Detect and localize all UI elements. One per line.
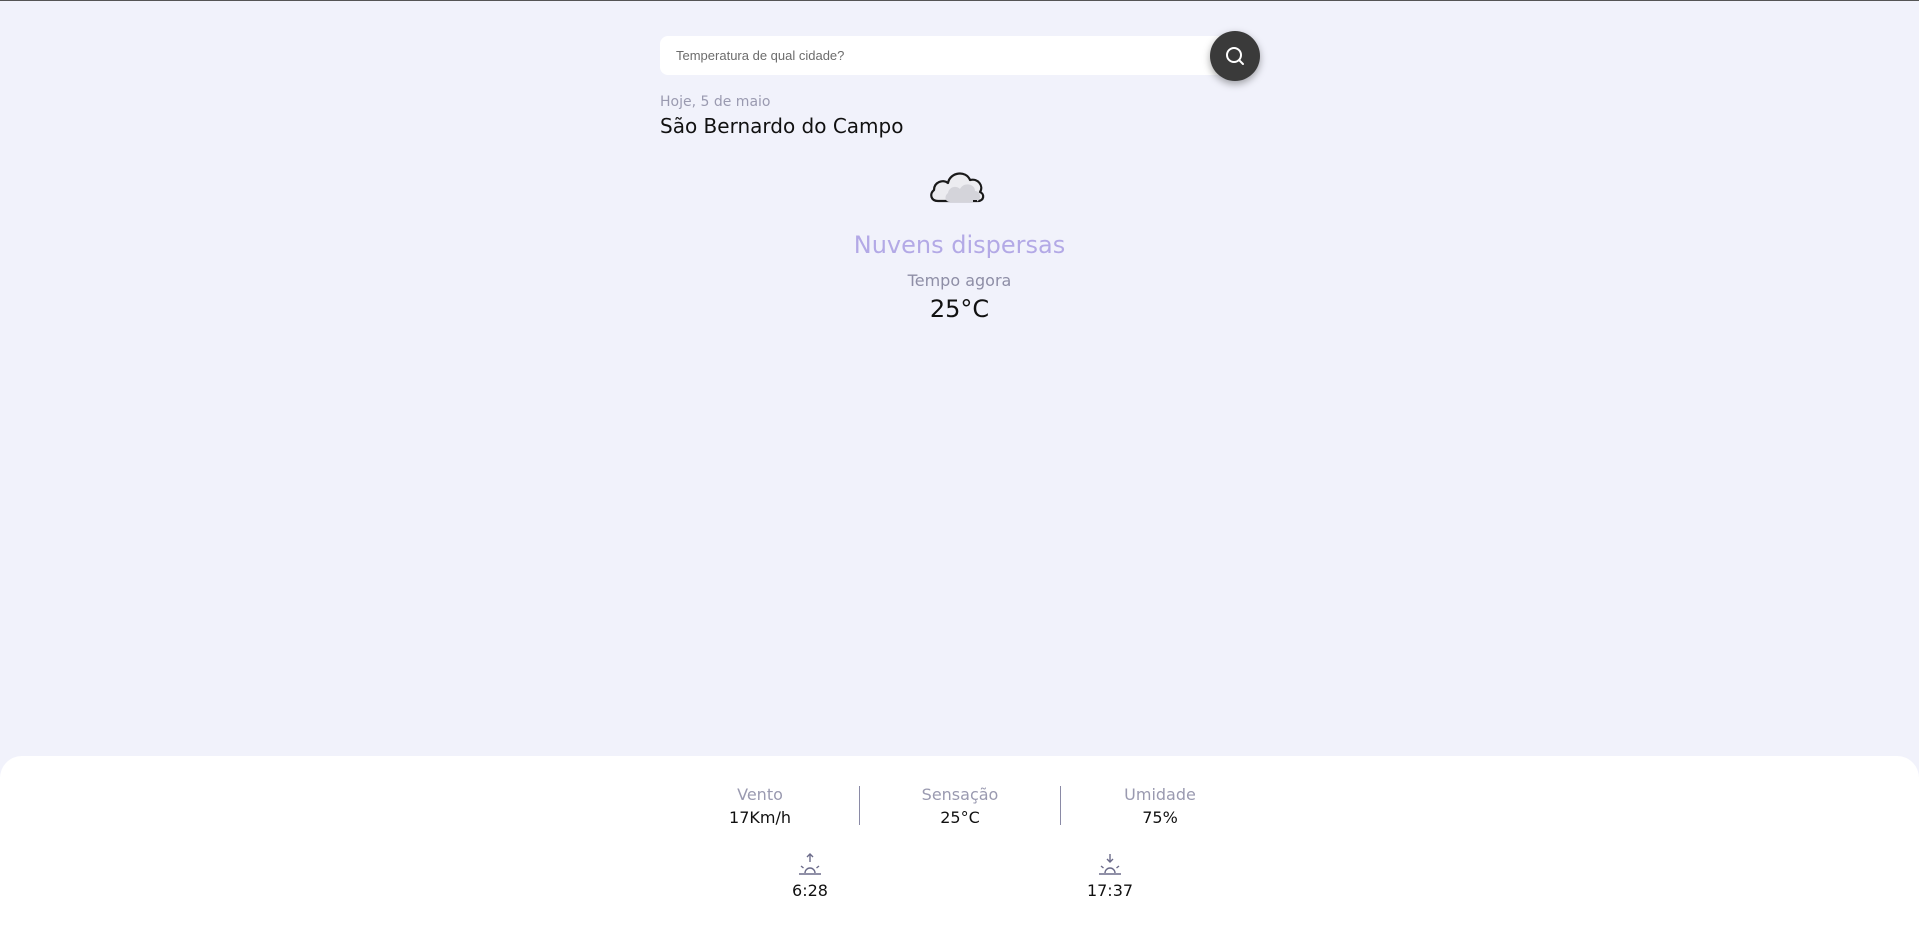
stat-divider: [859, 786, 860, 825]
city-name: São Bernardo do Campo: [660, 114, 904, 138]
sunrise-time: 6:28: [792, 881, 828, 900]
stat-value: 17Km/h: [729, 808, 791, 827]
stat-divider: [1060, 786, 1061, 825]
search-icon: [1226, 47, 1244, 65]
stat-label: Umidade: [1124, 785, 1196, 804]
stat-wind: Vento 17Km/h: [680, 785, 840, 829]
sunrise-icon: [799, 853, 821, 875]
details-panel: [0, 756, 1919, 930]
stat-label: Sensação: [921, 785, 999, 804]
stat-label: Vento: [737, 785, 783, 804]
search-button[interactable]: [1210, 31, 1260, 81]
weather-condition: Nuvens dispersas: [853, 231, 1066, 259]
date-label: Hoje, 5 de maio: [660, 94, 771, 110]
stat-value: 75%: [1142, 808, 1178, 827]
sunset: 17:37: [1070, 852, 1150, 902]
current-temperature: 25°C: [929, 295, 990, 323]
sunset-time: 17:37: [1086, 881, 1134, 900]
search-bar: [660, 36, 1227, 75]
stat-feels-like: Sensação 25°C: [880, 785, 1040, 829]
stat-humidity: Umidade 75%: [1080, 785, 1240, 829]
sunrise: 6:28: [770, 852, 850, 902]
cloud-icon: [930, 172, 985, 203]
stat-value: 25°C: [940, 808, 980, 827]
search-input[interactable]: [660, 36, 1227, 75]
current-time-label: Tempo agora: [907, 271, 1012, 290]
window-top-border: [0, 0, 1919, 1]
sunset-icon: [1099, 854, 1121, 875]
